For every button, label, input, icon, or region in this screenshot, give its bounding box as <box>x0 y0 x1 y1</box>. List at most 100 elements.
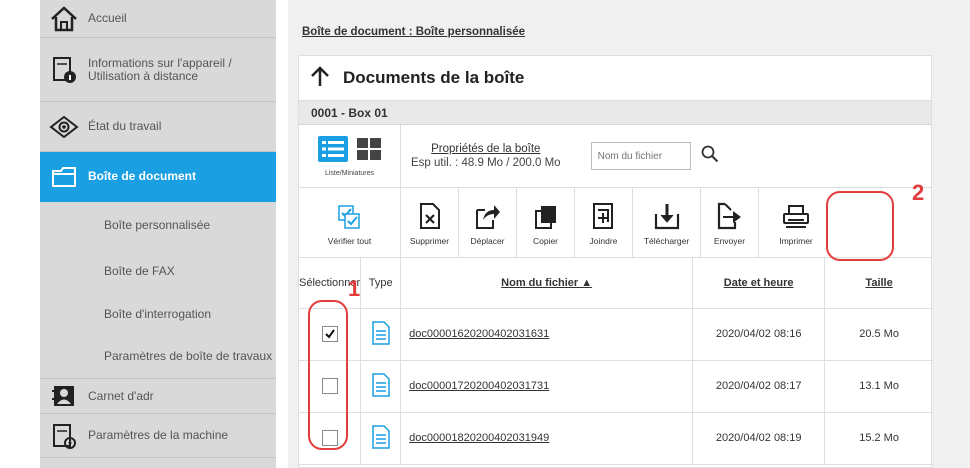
date-cell: 2020/04/02 08:19 <box>692 412 826 465</box>
row-checkbox[interactable] <box>321 430 338 446</box>
size-cell: 13.1 Mo <box>824 360 933 413</box>
filename-link[interactable]: doc00001620200402031631 <box>400 308 694 361</box>
col-type: Type <box>360 258 402 309</box>
join-icon <box>592 200 616 230</box>
box-label: 0001 - Box 01 <box>299 101 931 125</box>
sidebar-subitem-label: Boîte personnalisée <box>104 217 211 232</box>
copy-icon <box>534 200 558 230</box>
sidebar-subitem-label: Boîte d'interrogation <box>104 306 212 321</box>
select-cell <box>299 360 362 413</box>
delete-button[interactable]: Supprimer <box>401 188 459 257</box>
storage-usage: Esp util. : 48.9 Mo / 200.0 Mo <box>411 157 561 169</box>
download-icon <box>654 200 680 230</box>
sidebar-item-machine-settings[interactable]: Paramètres de la machine <box>40 414 276 458</box>
sidebar-subitem-label: Boîte de FAX <box>104 263 175 278</box>
table-row: doc00001620200402031631 2020/04/02 08:16… <box>299 308 933 361</box>
print-button[interactable]: Imprimer <box>759 188 833 257</box>
properties-row: Liste/Miniatures Propriétés de la boîte … <box>299 125 931 188</box>
copy-button[interactable]: Copier <box>517 188 575 257</box>
col-date-sort[interactable]: Date et heure <box>692 258 826 309</box>
sidebar-item-job-status[interactable]: État du travail <box>40 102 276 152</box>
address-book-icon <box>40 384 88 408</box>
sidebar-item-label: Carnet d'adr <box>88 388 154 403</box>
send-button[interactable]: Envoyer <box>701 188 759 257</box>
delete-label: Supprimer <box>409 235 450 246</box>
size-cell: 15.2 Mo <box>824 412 933 465</box>
date-cell: 2020/04/02 08:17 <box>692 360 826 413</box>
sidebar-item-device-info[interactable]: Informations sur l'appareil / Utilisatio… <box>40 38 276 102</box>
sidebar-item-label: Paramètres de la machine <box>88 428 229 442</box>
device-info-icon <box>40 55 88 85</box>
send-label: Envoyer <box>713 235 746 246</box>
page-header: Documents de la boîte <box>299 56 931 101</box>
col-filename-sort[interactable]: Nom du fichier ▲ <box>400 258 694 309</box>
sidebar-subitem-custom-box[interactable]: Boîte personnalisée <box>40 202 276 248</box>
thumbnail-view-icon[interactable] <box>356 137 382 166</box>
size-cell: 20.5 Mo <box>824 308 933 361</box>
join-label: Joindre <box>589 235 618 246</box>
document-file-icon <box>371 372 390 400</box>
type-cell <box>360 308 402 361</box>
main-content: Boîte de document : Boîte personnalisée … <box>288 0 970 468</box>
print-label: Imprimer <box>779 235 813 246</box>
col-size-sort[interactable]: Taille <box>824 258 933 309</box>
move-label: Déplacer <box>470 235 505 246</box>
action-toolbar: Vérifier tout Supprimer Déplacer Copier <box>299 188 931 258</box>
view-toggle: Liste/Miniatures <box>299 125 401 187</box>
verify-all-label: Vérifier tout <box>327 235 372 246</box>
select-cell <box>299 308 362 361</box>
type-cell <box>360 360 402 413</box>
table-header-row: Sélectionner Type Nom du fichier ▲ Date … <box>299 258 933 309</box>
move-button[interactable]: Déplacer <box>459 188 517 257</box>
machine-settings-icon <box>40 422 88 450</box>
folder-icon <box>40 165 88 189</box>
select-cell <box>299 412 362 465</box>
table-row: doc00001720200402031731 2020/04/02 08:17… <box>299 360 933 413</box>
row-checkbox[interactable] <box>321 378 338 394</box>
document-file-icon <box>371 320 390 348</box>
sidebar-subitem-label: Paramètres de boîte de travaux <box>104 348 273 363</box>
sidebar-item-label: Accueil <box>88 11 127 25</box>
send-icon <box>717 200 743 230</box>
sidebar-item-label: Boîte de document <box>88 169 197 183</box>
list-view-icon[interactable] <box>317 135 348 167</box>
search-icon[interactable] <box>701 145 719 168</box>
download-label: Télécharger <box>643 235 690 246</box>
document-panel: Documents de la boîte 0001 - Box 01 List… <box>298 55 933 468</box>
sidebar: Accueil Informations sur l'appareil / Ut… <box>40 0 276 468</box>
document-file-icon <box>371 424 390 452</box>
sidebar-subitem-job-box-settings[interactable]: Paramètres de boîte de travaux <box>40 334 276 378</box>
delete-doc-icon <box>419 200 441 230</box>
sidebar-item-home[interactable]: Accueil <box>40 0 276 38</box>
arrow-up-icon[interactable] <box>309 64 331 93</box>
eye-icon <box>40 115 88 139</box>
home-icon <box>40 5 88 32</box>
sidebar-item-address-book[interactable]: Carnet d'adr <box>40 378 276 414</box>
view-toggle-caption: Liste/Miniatures <box>324 169 375 177</box>
box-properties-link[interactable]: Propriétés de la boîte <box>411 143 561 155</box>
date-cell: 2020/04/02 08:16 <box>692 308 826 361</box>
copy-label: Copier <box>532 235 559 246</box>
breadcrumb[interactable]: Boîte de document : Boîte personnalisée <box>302 26 525 38</box>
check-all-icon <box>337 200 363 230</box>
row-checkbox-checked[interactable] <box>321 326 338 342</box>
sidebar-subitem-fax-box[interactable]: Boîte de FAX <box>40 248 276 294</box>
filename-search-input[interactable] <box>590 142 691 170</box>
type-cell <box>360 412 402 465</box>
annotation-marker-2: 2 <box>912 180 925 205</box>
filename-link[interactable]: doc00001820200402031949 <box>400 412 694 465</box>
move-icon <box>475 200 501 230</box>
file-table: Sélectionner Type Nom du fichier ▲ Date … <box>299 258 933 465</box>
verify-all-button[interactable]: Vérifier tout <box>299 188 401 257</box>
printer-icon <box>782 200 810 230</box>
sidebar-item-label: Informations sur l'appareil / Utilisatio… <box>88 55 232 83</box>
checkmark-icon <box>324 329 335 339</box>
sidebar-subitem-polling-box[interactable]: Boîte d'interrogation <box>40 294 276 334</box>
page-title: Documents de la boîte <box>343 68 525 87</box>
annotation-marker-1: 1 <box>348 276 361 301</box>
sidebar-item-label: État du travail <box>88 119 162 133</box>
sidebar-item-document-box[interactable]: Boîte de document <box>40 152 276 202</box>
download-button[interactable]: Télécharger <box>633 188 701 257</box>
filename-link[interactable]: doc00001720200402031731 <box>400 360 694 413</box>
join-button[interactable]: Joindre <box>575 188 633 257</box>
